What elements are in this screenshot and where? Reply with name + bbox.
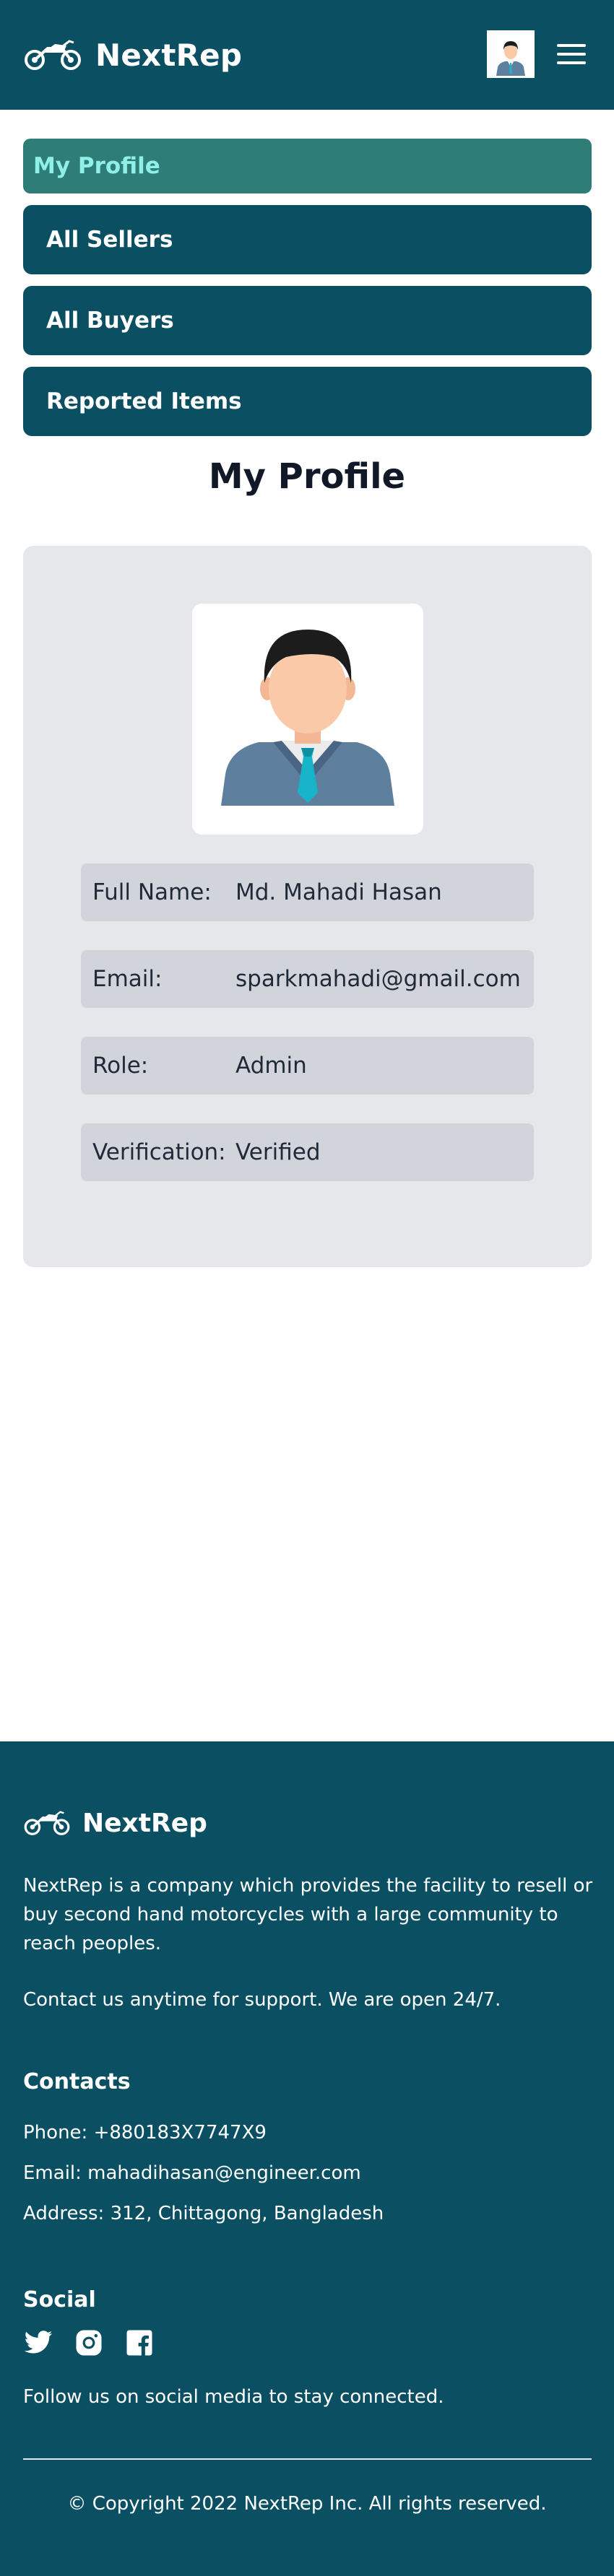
nav-item-my-profile[interactable]: My Profile [23,139,592,193]
field-label: Verification: [92,1139,226,1165]
footer-contact-address: Address: 312, Chittagong, Bangladesh [23,2203,384,2224]
user-avatar[interactable] [487,30,535,78]
facebook-icon[interactable] [124,2328,155,2358]
footer-about-text: NextRep is a company which provides the … [23,1875,593,1954]
nav-item-all-buyers[interactable]: All Buyers [23,286,592,355]
footer-divider [23,2458,592,2460]
footer-brand[interactable]: NextRep [23,1805,207,1841]
copyright-text: © Copyright 2022 NextRep Inc. All rights… [67,2493,547,2515]
menu-toggle-button[interactable] [557,41,586,67]
footer-brand-name: NextRep [82,1808,207,1838]
profile-field-email: Email: sparkmahadi@gmail.com [81,950,534,1008]
motorcycle-icon [25,40,81,70]
nav-item-label: All Sellers [46,227,173,253]
field-value: sparkmahadi@gmail.com [235,966,521,992]
profile-field-full-name: Full Name: Md. Mahadi Hasan [81,863,534,921]
profile-field-role: Role: Admin [81,1037,534,1095]
field-label: Role: [92,1053,149,1079]
social-links [23,2328,155,2359]
motorcycle-icon [24,1811,70,1835]
profile-field-verification: Verification: Verified [81,1123,534,1181]
field-label: Full Name: [92,879,212,905]
nav-item-label: My Profile [33,153,160,179]
field-value: Admin [235,1053,307,1079]
field-value: Md. Mahadi Hasan [235,879,442,905]
nav-item-label: All Buyers [46,308,174,334]
brand-name: NextRep [95,37,243,73]
footer-contact-email: Email: mahadihasan@engineer.com [23,2162,361,2184]
field-value: Verified [235,1139,321,1165]
profile-card: Full Name: Md. Mahadi Hasan Email: spark… [23,546,592,1267]
nav-item-all-sellers[interactable]: All Sellers [23,205,592,274]
instagram-icon[interactable] [74,2328,104,2358]
businessman-avatar-icon [192,604,423,835]
profile-photo [192,604,423,835]
footer-support-text: Contact us anytime for support. We are o… [23,1989,501,2011]
page-title: My Profile [208,456,406,497]
footer-social-heading: Social [23,2287,96,2312]
footer-contact-phone: Phone: +880183X7747X9 [23,2122,267,2144]
user-avatar-icon [489,32,532,76]
nav-item-label: Reported Items [46,388,242,414]
field-label: Email: [92,966,163,992]
site-footer: NextRep NextRep is a company which provi… [0,1741,614,2576]
twitter-icon[interactable] [23,2328,53,2358]
footer-follow-text: Follow us on social media to stay connec… [23,2386,444,2408]
nav-item-reported-items[interactable]: Reported Items [23,367,592,436]
top-navbar: NextRep [0,0,614,110]
footer-contacts-heading: Contacts [23,2069,131,2094]
brand-link[interactable]: NextRep [23,35,242,75]
hamburger-icon [557,44,586,47]
